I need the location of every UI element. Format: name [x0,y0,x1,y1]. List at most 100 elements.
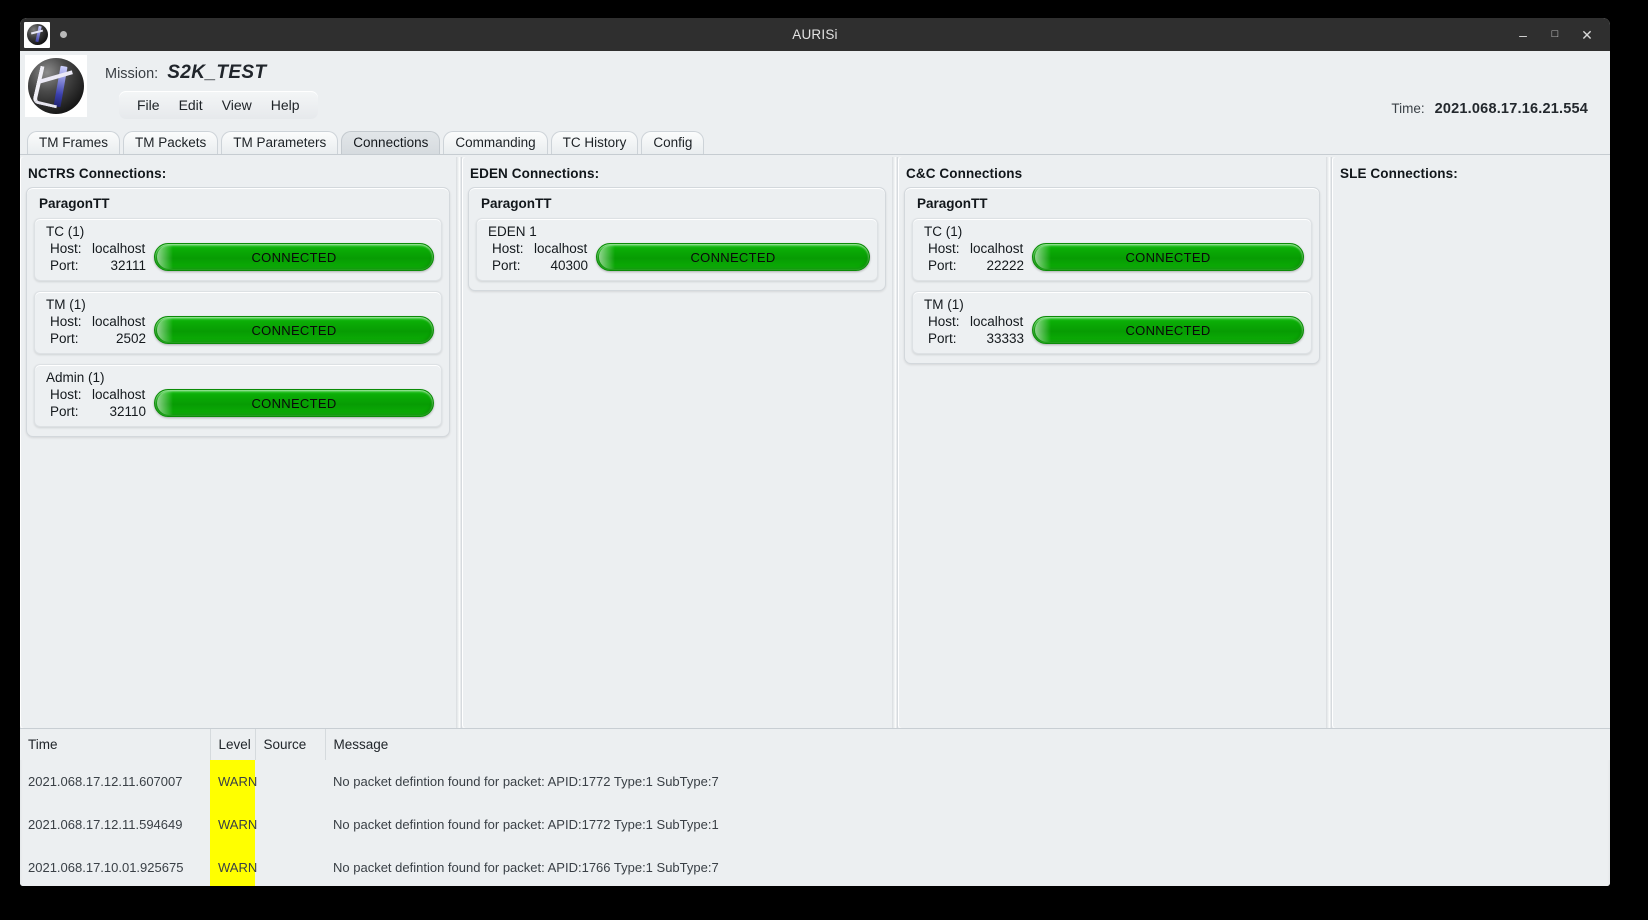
log-column-level[interactable]: Level [210,729,256,760]
connection-fields: Host: localhost Port: 32110 [42,387,146,419]
tab-tm-frames[interactable]: TM Frames [27,131,120,154]
log-cell-time: 2021.068.17.12.11.594649 [28,817,183,832]
host-value: localhost [970,241,1024,256]
host-value: localhost [92,387,146,402]
connection-card-cnc-tc[interactable]: TC (1) Host: localhost Port: 22222 CONNE… [912,218,1312,281]
log-header-row: Time Level Source Message [20,729,1610,760]
group-title: ParagonTT [39,196,110,211]
connections-main-area: NCTRS Connections: ParagonTT TC (1) Host… [20,155,1610,728]
panel-nctrs-connections: NCTRS Connections: ParagonTT TC (1) Host… [20,157,456,728]
host-value: localhost [92,241,146,256]
port-value: 33333 [986,331,1024,346]
tab-tm-packets[interactable]: TM Packets [123,131,219,154]
mission-block: Mission: S2K_TEST File Edit View Help [87,51,318,119]
port-field: Port: 22222 [928,258,1024,273]
panel-title-sle: SLE Connections: [1340,166,1458,181]
menu-item-file[interactable]: File [129,95,168,115]
log-cell-level: WARN [210,803,257,846]
connection-fields: Host: localhost Port: 2502 [42,314,146,346]
menu-item-view[interactable]: View [214,95,260,115]
log-cell-message: No packet defintion found for packet: AP… [333,774,719,789]
connection-row: Host: localhost Port: 22222 CONNECTED [920,241,1304,273]
connection-group-cnc-paragontt: ParagonTT TC (1) Host: localhost Port: 2… [904,187,1320,364]
panel-eden-connections: EDEN Connections: ParagonTT EDEN 1 Host:… [462,157,892,728]
host-label: Host: [50,387,82,402]
connection-status-button[interactable]: CONNECTED [154,243,434,271]
log-cell-level: WARN [210,846,257,886]
connection-status-button[interactable]: CONNECTED [154,389,434,417]
panel-body-sle [1332,187,1610,193]
maximize-icon[interactable]: □ [1548,29,1562,40]
port-label: Port: [50,404,79,419]
connection-row: Host: localhost Port: 40300 CONNECTED [484,241,870,273]
group-title: ParagonTT [917,196,988,211]
log-column-message[interactable]: Message [325,729,1610,760]
connection-row: Host: localhost Port: 33333 CONNECTED [920,314,1304,346]
tab-tc-history[interactable]: TC History [550,131,639,154]
header-band: Mission: S2K_TEST File Edit View Help Ti… [20,51,1610,129]
connection-name: TM (1) [46,297,86,312]
panel-sle-connections: SLE Connections: [1332,157,1610,728]
connection-status-label: CONNECTED [1125,322,1211,338]
host-field: Host: localhost [928,241,1024,256]
window-state-dot-icon [60,31,67,38]
host-value: localhost [534,241,588,256]
host-field: Host: localhost [492,241,588,256]
port-value: 2502 [115,331,146,346]
tab-commanding[interactable]: Commanding [443,131,548,154]
minimize-icon[interactable]: – [1516,28,1530,42]
host-label: Host: [50,314,82,329]
connection-status-button[interactable]: CONNECTED [1032,316,1304,344]
connection-card-eden-1[interactable]: EDEN 1 Host: localhost Port: 40300 CONNE… [476,218,878,281]
log-table: Time Level Source Message 2021.068.17.12… [20,729,1610,886]
connection-card-cnc-tm[interactable]: TM (1) Host: localhost Port: 33333 CONNE… [912,291,1312,354]
host-label: Host: [928,314,960,329]
title-bar-left [20,21,67,48]
tab-connections[interactable]: Connections [341,131,441,154]
window-title: AURISi [792,27,838,42]
connection-name: TM (1) [924,297,964,312]
log-table-header: Time Level Source Message [20,729,1610,760]
connection-status-label: CONNECTED [251,322,337,338]
connection-group-nctrs-paragontt: ParagonTT TC (1) Host: localhost Port: 3… [26,187,450,437]
panel-cnc-connections: C&C Connections ParagonTT TC (1) Host: l… [898,157,1326,728]
host-label: Host: [928,241,960,256]
connection-status-button[interactable]: CONNECTED [1032,243,1304,271]
tab-tm-parameters[interactable]: TM Parameters [221,131,339,154]
log-cell-message: No packet defintion found for packet: AP… [333,817,719,832]
menu-item-help[interactable]: Help [263,95,308,115]
host-field: Host: localhost [50,241,146,256]
table-row[interactable]: 2021.068.17.12.11.594649 WARN No packet … [20,803,1610,846]
log-column-source[interactable]: Source [255,729,326,760]
time-label: Time: [1391,101,1425,116]
connection-status-label: CONNECTED [251,395,337,411]
close-icon[interactable]: ✕ [1580,28,1594,42]
connection-status-button[interactable]: CONNECTED [154,316,434,344]
menu-bar: File Edit View Help [119,91,318,119]
port-value: 40300 [550,258,588,273]
log-cell-source [255,846,325,886]
mission-line: Mission: S2K_TEST [105,62,318,84]
port-field: Port: 2502 [50,331,146,346]
port-label: Port: [928,258,957,273]
tab-config[interactable]: Config [641,131,705,154]
log-table-pane[interactable]: Time Level Source Message 2021.068.17.12… [20,728,1610,886]
connection-row: Host: localhost Port: 32110 CONNECTED [42,387,434,419]
log-cell-level: WARN [210,760,257,803]
host-label: Host: [492,241,524,256]
log-column-time[interactable]: Time [20,729,211,760]
port-label: Port: [492,258,521,273]
connection-status-label: CONNECTED [1125,249,1211,265]
connection-card-nctrs-tc[interactable]: TC (1) Host: localhost Port: 32111 CONNE… [34,218,442,281]
application-window: AURISi – □ ✕ Mission: S2K_TEST File Edit… [20,18,1610,886]
table-row[interactable]: 2021.068.17.10.01.925675 WARN No packet … [20,846,1610,886]
connection-row: Host: localhost Port: 32111 CONNECTED [42,241,434,273]
connection-status-button[interactable]: CONNECTED [596,243,870,271]
table-row[interactable]: 2021.068.17.12.11.607007 WARN No packet … [20,760,1610,803]
port-field: Port: 32110 [50,404,146,419]
connection-card-nctrs-tm[interactable]: TM (1) Host: localhost Port: 2502 CONNEC… [34,291,442,354]
connection-card-nctrs-admin[interactable]: Admin (1) Host: localhost Port: 32110 CO… [34,364,442,427]
log-cell-time: 2021.068.17.10.01.925675 [28,860,184,875]
panel-title-cnc: C&C Connections [906,166,1023,181]
menu-item-edit[interactable]: Edit [171,95,211,115]
